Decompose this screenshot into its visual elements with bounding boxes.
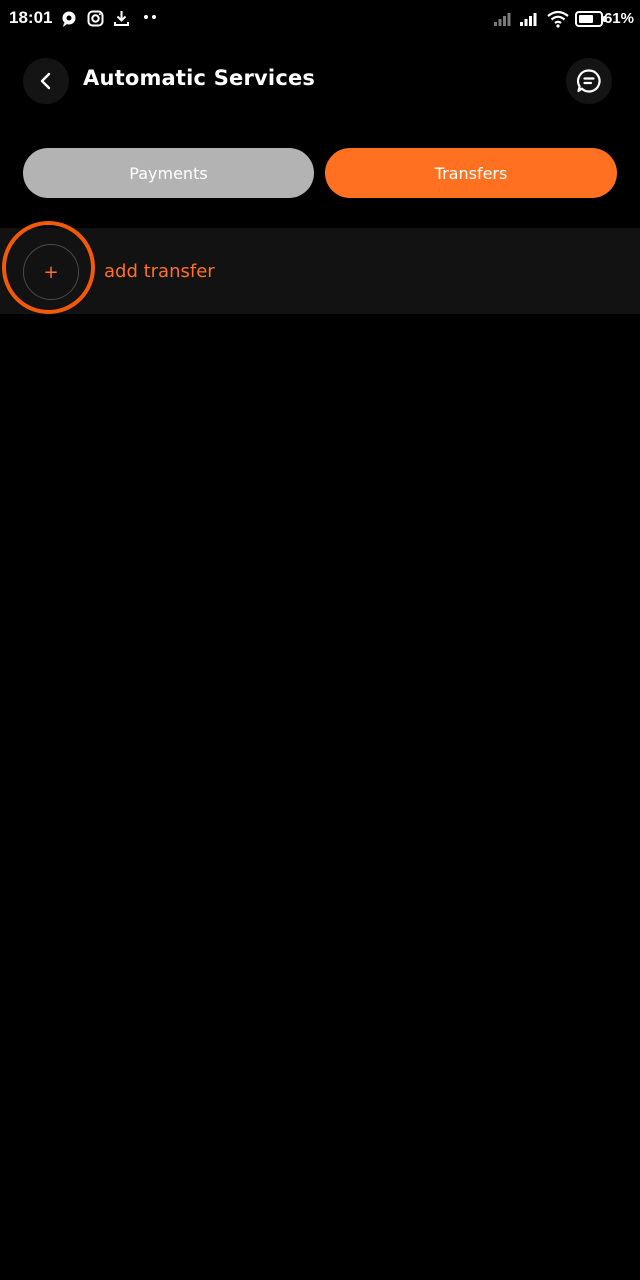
tab-payments[interactable]: Payments [23,148,314,198]
back-button[interactable] [23,58,69,104]
add-transfer-row[interactable] [0,228,640,314]
status-time: 18:01 [9,8,53,27]
message-notification-icon [62,11,76,27]
page-title: Automatic Services [83,66,316,90]
highlight-ring [2,221,95,314]
instagram-icon [87,10,104,27]
signal-sim2-icon [520,13,537,26]
status-bar: 18:01 61% [0,0,640,40]
download-icon [114,11,129,26]
battery-icon [575,11,606,27]
chat-button[interactable] [566,58,612,104]
tab-transfers[interactable]: Transfers [325,148,617,198]
chevron-left-icon [40,72,51,90]
more-notifications-icon [144,15,156,19]
chat-bubble-icon [576,69,601,93]
wifi-icon [547,10,569,28]
battery-percentage: 61% [603,10,634,27]
add-transfer-label[interactable]: add transfer [104,261,215,282]
signal-sim1-icon [494,13,511,26]
